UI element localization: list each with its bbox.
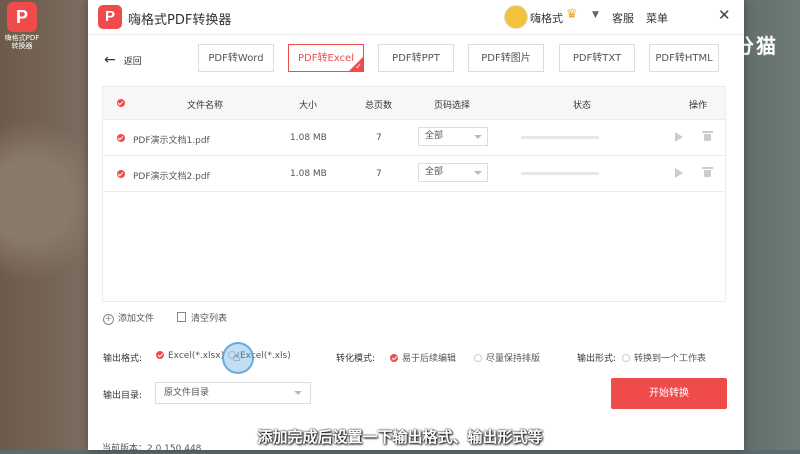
select-all-checkbox[interactable] (117, 99, 125, 107)
tab-label: PDF转Excel (298, 53, 354, 64)
tab-pdf-to-excel[interactable]: PDF转Excel ✓ (288, 44, 364, 72)
table-header: 文件名称 大小 总页数 页码选择 状态 操作 (103, 87, 725, 120)
format-xlsx-label: Excel(*.xlsx) (168, 351, 225, 361)
col-size: 大小 (299, 101, 318, 111)
chevron-down-icon (474, 135, 482, 139)
menu-link[interactable]: 菜单 (646, 10, 668, 26)
file-table: 文件名称 大小 总页数 页码选择 状态 操作 PDF演示文档1.pdf 1.08… (102, 86, 726, 302)
app-logo-icon: P (98, 5, 122, 29)
play-icon[interactable] (675, 132, 683, 142)
user-avatar[interactable] (504, 5, 528, 29)
col-file-name: 文件名称 (187, 101, 224, 111)
col-page-range: 页码选择 (434, 101, 471, 111)
app-shortcut-icon: P (7, 2, 37, 32)
row-checkbox[interactable] (117, 134, 125, 142)
add-file-label: 添加文件 (118, 314, 155, 324)
page-count: 7 (376, 169, 382, 179)
tab-pdf-to-image[interactable]: PDF转图片 (468, 44, 544, 72)
start-convert-button[interactable]: 开始转换 (611, 378, 727, 409)
clear-list-label: 清空列表 (191, 314, 228, 324)
radio-dot (622, 354, 630, 362)
back-button[interactable]: ← 返回 (104, 52, 142, 68)
add-file-button[interactable]: + 添加文件 (103, 311, 154, 325)
output-dir-label: 输出目录: (103, 391, 143, 401)
mode-layout-label: 尽量保持排版 (486, 354, 541, 364)
page-range-value: 全部 (425, 131, 444, 141)
format-xlsx-radio[interactable]: Excel(*.xlsx) (156, 351, 224, 361)
col-operations: 操作 (689, 101, 708, 111)
hand-pointer-icon: ☝ (233, 350, 241, 364)
back-label: 返回 (123, 57, 142, 67)
trash-icon[interactable] (702, 131, 713, 141)
close-icon[interactable]: ✕ (718, 6, 731, 24)
page-count: 7 (376, 133, 382, 143)
chevron-down-icon[interactable]: ▼ (592, 10, 599, 20)
trash-icon[interactable] (702, 167, 713, 177)
arrow-left-icon: ← (104, 52, 116, 68)
trash-icon (177, 312, 186, 322)
output-dir-select[interactable]: 原文件目录 (155, 382, 311, 404)
col-pages: 总页数 (365, 101, 393, 111)
conversion-mode-label: 转化模式: (336, 354, 376, 364)
progress-bar (521, 136, 599, 139)
check-icon: ✓ (355, 62, 362, 71)
page-range-select[interactable]: 全部 (418, 127, 488, 146)
chevron-down-icon (474, 171, 482, 175)
tab-pdf-to-txt[interactable]: PDF转TXT (559, 44, 635, 72)
table-row: PDF演示文档2.pdf 1.08 MB 7 全部 (103, 156, 725, 192)
chevron-down-icon (294, 391, 302, 395)
radio-dot (390, 354, 398, 362)
file-name: PDF演示文档2.pdf (133, 172, 210, 182)
file-name: PDF演示文档1.pdf (133, 136, 210, 146)
user-name[interactable]: 嗨格式 (530, 10, 563, 26)
service-link[interactable]: 客服 (612, 10, 634, 26)
table-row: PDF演示文档1.pdf 1.08 MB 7 全部 (103, 120, 725, 156)
form-one-sheet-label: 转换到一个工作表 (634, 354, 707, 364)
page-range-value: 全部 (425, 167, 444, 177)
desktop-shortcut-label: 嗨格式PDF转换器 (4, 34, 40, 50)
output-form-label: 输出形式: (577, 354, 617, 364)
output-dir-value: 原文件目录 (164, 388, 210, 398)
form-one-sheet-radio[interactable]: 转换到一个工作表 (622, 351, 706, 364)
radio-dot (474, 354, 482, 362)
radio-dot (156, 351, 164, 359)
title-bar: P 嗨格式PDF转换器 嗨格式 ♛ ▼ 客服 菜单 ✕ (88, 0, 744, 35)
file-size: 1.08 MB (290, 133, 327, 143)
progress-bar (521, 172, 599, 175)
desktop-shortcut[interactable]: P 嗨格式PDF转换器 (2, 2, 42, 50)
click-cursor-indicator: ☝ (222, 342, 254, 374)
row-checkbox[interactable] (117, 170, 125, 178)
tab-pdf-to-ppt[interactable]: PDF转PPT (378, 44, 454, 72)
mode-editable-label: 易于后续编辑 (402, 354, 457, 364)
file-size: 1.08 MB (290, 169, 327, 179)
vip-crown-icon: ♛ (566, 7, 578, 22)
mode-editable-radio[interactable]: 易于后续编辑 (390, 351, 456, 364)
app-title: 嗨格式PDF转换器 (128, 13, 232, 28)
output-format-label: 输出格式: (103, 354, 143, 364)
tab-pdf-to-html[interactable]: PDF转HTML (649, 44, 719, 72)
video-subtitle: 添加完成后设置一下输出格式、输出形式等 (257, 428, 543, 446)
app-window: P 嗨格式PDF转换器 嗨格式 ♛ ▼ 客服 菜单 ✕ ← 返回 PDF转Word… (88, 0, 744, 454)
clear-list-button[interactable]: 清空列表 (177, 311, 227, 324)
plus-circle-icon: + (103, 314, 114, 325)
tab-pdf-to-word[interactable]: PDF转Word (198, 44, 274, 72)
page-range-select[interactable]: 全部 (418, 163, 488, 182)
mode-layout-radio[interactable]: 尽量保持排版 (474, 351, 540, 364)
play-icon[interactable] (675, 168, 683, 178)
col-status: 状态 (573, 101, 592, 111)
